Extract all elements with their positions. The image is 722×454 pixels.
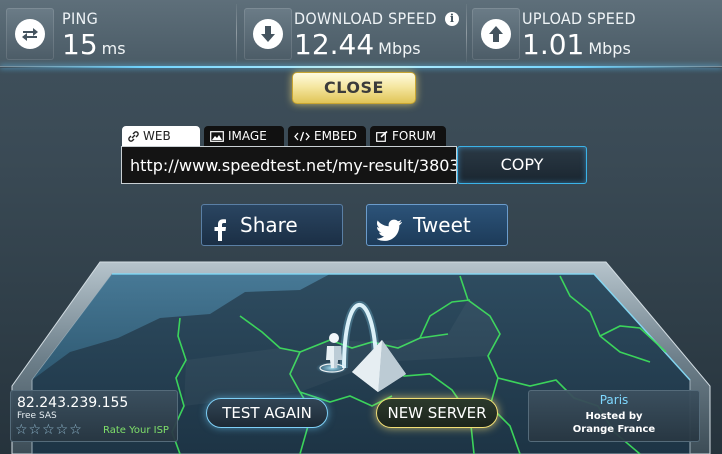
tab-embed-label: EMBED xyxy=(314,129,357,143)
tab-web[interactable]: WEB xyxy=(122,126,200,146)
metrics-divider xyxy=(236,4,237,62)
upload-icon-box xyxy=(472,8,520,60)
upload-arrow-icon xyxy=(481,19,511,49)
tab-image[interactable]: IMAGE xyxy=(204,126,284,146)
result-url-field[interactable]: http://www.speedtest.net/my-result/38030 xyxy=(121,146,457,184)
image-icon xyxy=(210,131,224,142)
facebook-share-label: Share xyxy=(240,213,298,237)
upload-number: 1.01 xyxy=(522,28,585,61)
download-number: 12.44 xyxy=(294,28,375,61)
speedtest-result-view: PING 15 ms DOWNLOAD SPEED i 12.44 Mbps U… xyxy=(0,0,722,454)
upload-unit: Mbps xyxy=(588,39,631,58)
tab-forum[interactable]: FORUM xyxy=(370,126,446,146)
isp-rating-stars[interactable]: ☆☆☆☆☆ xyxy=(15,422,83,438)
tab-forum-label: FORUM xyxy=(392,129,436,143)
server-info-panel: Paris Hosted by Orange France xyxy=(528,390,700,442)
twitter-tweet-button[interactable]: Tweet xyxy=(366,204,508,246)
hosted-by-label: Hosted by xyxy=(585,411,643,422)
copy-button[interactable]: COPY xyxy=(457,146,587,184)
new-server-button[interactable]: NEW SERVER xyxy=(376,398,498,428)
server-city: Paris xyxy=(599,393,629,407)
tab-image-label: IMAGE xyxy=(228,129,267,143)
metrics-bar: PING 15 ms DOWNLOAD SPEED i 12.44 Mbps U… xyxy=(0,0,722,67)
twitter-bird-icon xyxy=(376,214,403,254)
twitter-tweet-label: Tweet xyxy=(413,213,471,237)
facebook-share-button[interactable]: Share xyxy=(201,204,343,246)
header-glow-line xyxy=(0,66,722,68)
download-value: 12.44 Mbps xyxy=(294,28,421,61)
download-metric: DOWNLOAD SPEED i 12.44 Mbps xyxy=(238,0,466,66)
rate-isp-link[interactable]: Rate Your ISP xyxy=(103,425,169,436)
facebook-icon xyxy=(212,214,228,254)
download-unit: Mbps xyxy=(378,39,421,58)
upload-label: UPLOAD SPEED xyxy=(522,9,636,28)
close-button[interactable]: CLOSE xyxy=(292,72,416,104)
ping-label: PING xyxy=(62,9,99,28)
tab-web-label: WEB xyxy=(143,129,171,143)
ping-metric: PING 15 ms xyxy=(0,0,234,66)
tab-embed[interactable]: EMBED xyxy=(288,126,366,146)
upload-metric: UPLOAD SPEED 1.01 Mbps xyxy=(466,0,722,66)
download-label: DOWNLOAD SPEED xyxy=(294,9,437,28)
code-icon xyxy=(294,131,310,142)
ping-icon-box xyxy=(6,8,54,60)
isp-name: Free SAS xyxy=(17,411,57,421)
ping-unit: ms xyxy=(101,39,126,58)
info-icon[interactable]: i xyxy=(445,12,459,26)
isp-panel: 82.243.239.155 Free SAS ☆☆☆☆☆ Rate Your … xyxy=(10,390,178,442)
test-again-button[interactable]: TEST AGAIN xyxy=(206,398,328,428)
ping-arrows-icon xyxy=(15,19,45,49)
host-name: Orange France xyxy=(572,424,656,435)
bottom-bar: 82.243.239.155 Free SAS ☆☆☆☆☆ Rate Your … xyxy=(0,388,722,454)
upload-value: 1.01 Mbps xyxy=(522,28,631,61)
ip-address: 82.243.239.155 xyxy=(17,395,129,411)
link-icon xyxy=(128,131,139,142)
download-icon-box xyxy=(244,8,292,60)
download-arrow-icon xyxy=(253,19,283,49)
ping-value: 15 ms xyxy=(62,28,126,61)
ping-number: 15 xyxy=(62,28,98,61)
edit-icon xyxy=(376,131,388,142)
